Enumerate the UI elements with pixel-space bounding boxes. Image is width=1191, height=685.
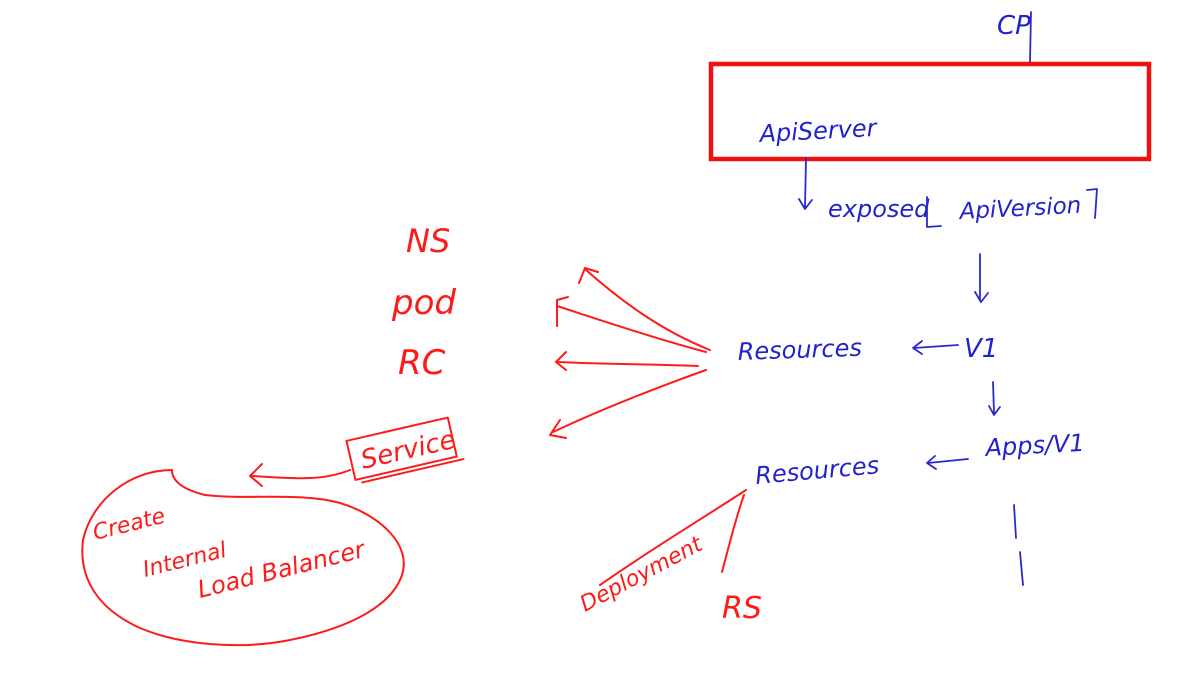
api-version-label: ApiVersion <box>957 193 1082 225</box>
rs-label: RS <box>722 591 762 626</box>
arrow-v1-to-resources <box>912 340 959 355</box>
pod-label: pod <box>391 283 456 323</box>
arrow-v1-to-appsv1 <box>988 381 1001 416</box>
line-resources-to-rs <box>721 494 745 573</box>
service-box: Service <box>345 416 465 484</box>
resources-label-2: Resources <box>754 451 880 490</box>
arrow-apiserver-to-exposed <box>798 157 813 210</box>
cp-connector-line <box>1029 11 1032 63</box>
rc-label: RC <box>398 343 446 383</box>
continuation-dash-2 <box>1019 551 1024 586</box>
apps-v1-label: Apps/V1 <box>983 429 1085 462</box>
arrow-version-to-v1 <box>974 253 989 303</box>
cp-label: CP <box>997 11 1031 41</box>
arrow-appsv1-to-resources <box>926 455 969 470</box>
create-label: Create <box>90 504 167 546</box>
arrow-resources-to-service <box>549 369 707 439</box>
arrow-service-to-loadbalancer <box>249 463 351 487</box>
continuation-dash-1 <box>1013 504 1017 539</box>
deployment-label: Deployment <box>576 531 708 617</box>
whiteboard-canvas: CP ApiServer exposed ApiVersion V1 Resou… <box>81 11 1152 647</box>
v1-label: V1 <box>964 334 998 364</box>
arrow-resources-to-rc <box>555 351 699 371</box>
ns-label: NS <box>406 222 450 260</box>
resources-label-1: Resources <box>737 334 862 366</box>
bracket-close <box>1086 188 1098 219</box>
exposed-label: exposed <box>828 195 930 223</box>
arrow-resources-to-ns <box>578 267 711 351</box>
api-server-label: ApiServer <box>757 114 879 148</box>
